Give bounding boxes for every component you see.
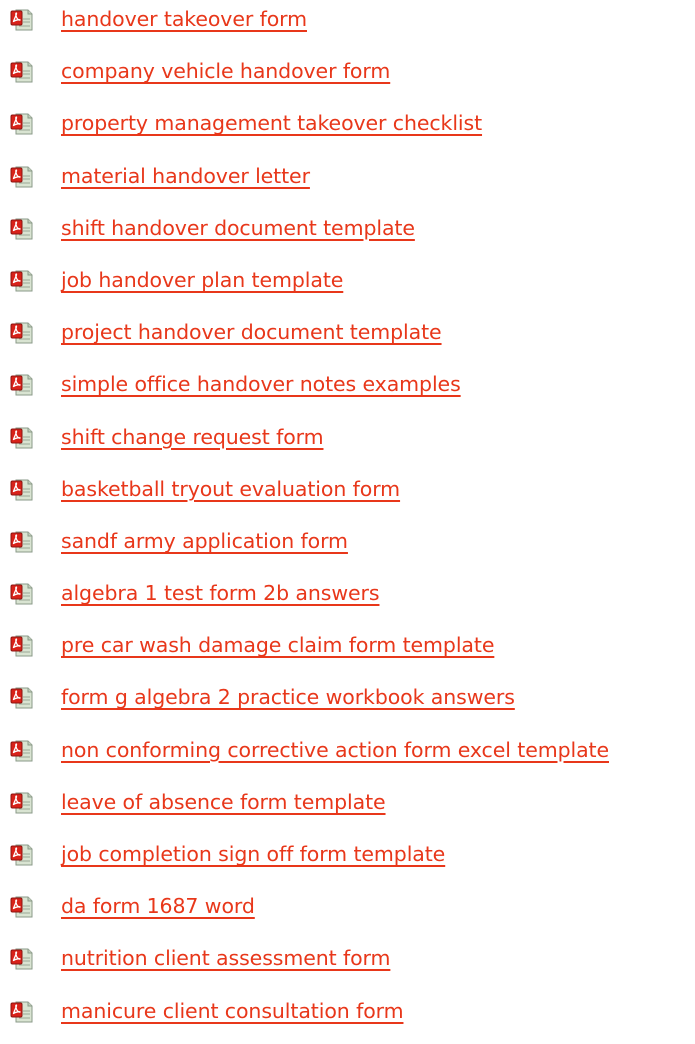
pdf-icon bbox=[10, 269, 34, 293]
list-item: da form 1687 word bbox=[0, 887, 695, 939]
list-item: job handover plan template bbox=[0, 261, 695, 313]
document-link[interactable]: shift handover document template bbox=[61, 214, 415, 242]
pdf-icon bbox=[10, 582, 34, 606]
pdf-icon bbox=[10, 478, 34, 502]
document-link[interactable]: form g algebra 2 practice workbook answe… bbox=[61, 683, 515, 711]
document-link[interactable]: nutrition client assessment form bbox=[61, 944, 390, 972]
pdf-icon bbox=[10, 843, 34, 867]
pdf-icon bbox=[10, 426, 34, 450]
list-item: form g algebra 2 practice workbook answe… bbox=[0, 678, 695, 730]
document-link[interactable]: shift change request form bbox=[61, 423, 324, 451]
list-item: simple office handover notes examples bbox=[0, 365, 695, 417]
pdf-icon bbox=[10, 321, 34, 345]
document-link[interactable]: da form 1687 word bbox=[61, 892, 255, 920]
pdf-icon bbox=[10, 895, 34, 919]
document-link[interactable]: company vehicle handover form bbox=[61, 57, 390, 85]
list-item: shift handover document template bbox=[0, 209, 695, 261]
pdf-icon bbox=[10, 634, 34, 658]
document-link[interactable]: handover takeover form bbox=[61, 5, 307, 33]
pdf-icon bbox=[10, 60, 34, 84]
document-link[interactable]: job completion sign off form template bbox=[61, 840, 445, 868]
list-item: shift change request form bbox=[0, 418, 695, 470]
list-item: material handover letter bbox=[0, 157, 695, 209]
list-item: project handover document template bbox=[0, 313, 695, 365]
document-link[interactable]: basketball tryout evaluation form bbox=[61, 475, 400, 503]
document-link[interactable]: project handover document template bbox=[61, 318, 442, 346]
list-item: nutrition client assessment form bbox=[0, 939, 695, 991]
pdf-icon bbox=[10, 791, 34, 815]
pdf-icon bbox=[10, 165, 34, 189]
list-item: manicure client consultation form bbox=[0, 992, 695, 1044]
document-link[interactable]: pre car wash damage claim form template bbox=[61, 631, 494, 659]
pdf-icon bbox=[10, 686, 34, 710]
document-link[interactable]: sandf army application form bbox=[61, 527, 348, 555]
list-item: non conforming corrective action form ex… bbox=[0, 731, 695, 783]
document-link[interactable]: job handover plan template bbox=[61, 266, 343, 294]
list-item: handover takeover form bbox=[0, 0, 695, 52]
list-item: sandf army application form bbox=[0, 522, 695, 574]
pdf-icon bbox=[10, 217, 34, 241]
list-item: basketball tryout evaluation form bbox=[0, 470, 695, 522]
list-item: pre car wash damage claim form template bbox=[0, 626, 695, 678]
list-item: algebra 1 test form 2b answers bbox=[0, 574, 695, 626]
list-item: property management takeover checklist bbox=[0, 104, 695, 156]
document-link[interactable]: leave of absence form template bbox=[61, 788, 386, 816]
pdf-icon bbox=[10, 739, 34, 763]
pdf-icon bbox=[10, 373, 34, 397]
pdf-icon bbox=[10, 530, 34, 554]
pdf-icon bbox=[10, 112, 34, 136]
pdf-icon bbox=[10, 1000, 34, 1024]
document-link[interactable]: property management takeover checklist bbox=[61, 109, 482, 137]
document-link[interactable]: material handover letter bbox=[61, 162, 310, 190]
document-link[interactable]: non conforming corrective action form ex… bbox=[61, 736, 609, 764]
document-link[interactable]: algebra 1 test form 2b answers bbox=[61, 579, 380, 607]
document-link[interactable]: simple office handover notes examples bbox=[61, 370, 461, 398]
list-item: leave of absence form template bbox=[0, 783, 695, 835]
document-link-list: handover takeover form company vehicle h… bbox=[0, 0, 695, 1044]
list-item: job completion sign off form template bbox=[0, 835, 695, 887]
pdf-icon bbox=[10, 8, 34, 32]
pdf-icon bbox=[10, 947, 34, 971]
list-item: company vehicle handover form bbox=[0, 52, 695, 104]
document-link[interactable]: manicure client consultation form bbox=[61, 997, 404, 1025]
